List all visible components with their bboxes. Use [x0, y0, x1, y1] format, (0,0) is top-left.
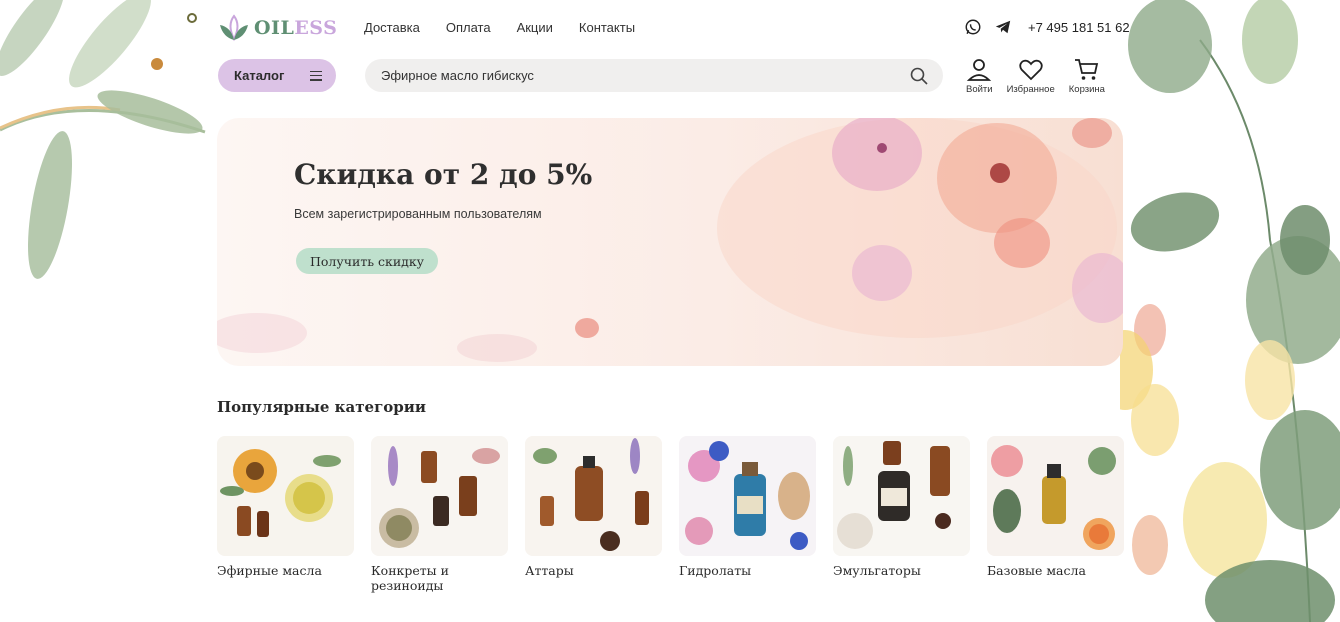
category-image [371, 436, 508, 556]
leaf-decoration-right [1120, 0, 1340, 622]
promo-subtitle: Всем зарегистрированным пользователям [294, 207, 542, 221]
cart-label: Корзина [1068, 84, 1105, 95]
telegram-icon[interactable] [994, 18, 1012, 36]
category-label: Базовые масла [987, 563, 1086, 579]
category-card-concretes[interactable]: Конкреты и резиноиды [371, 436, 508, 595]
search-icon[interactable] [909, 66, 929, 86]
category-label: Аттары [525, 563, 585, 579]
category-card-attars[interactable]: Аттары [525, 436, 662, 595]
nav-delivery[interactable]: Доставка [364, 20, 420, 35]
category-card-hydrolats[interactable]: Гидролаты [679, 436, 816, 595]
user-actions: Войти Избранное Корзина [966, 58, 1105, 95]
category-image [679, 436, 816, 556]
login-label: Войти [966, 84, 993, 95]
site-logo[interactable]: OILESS [217, 13, 337, 43]
promo-title: Скидка от 2 до 5% [294, 158, 593, 191]
catalog-label: Каталог [234, 68, 285, 83]
category-card-base-oils[interactable]: Базовые масла [987, 436, 1124, 595]
category-label: Конкреты и резиноиды [371, 563, 508, 594]
nav-promotions[interactable]: Акции [517, 20, 553, 35]
popular-categories-title: Популярные категории [217, 398, 427, 416]
nav-contacts[interactable]: Контакты [579, 20, 635, 35]
logo-text: OILESS [254, 17, 338, 39]
top-navigation: Доставка Оплата Акции Контакты [364, 20, 635, 35]
favorites-label: Избранное [1006, 84, 1055, 95]
user-icon [967, 59, 992, 81]
whatsapp-icon[interactable] [964, 18, 982, 36]
catalog-button[interactable]: Каталог [218, 59, 336, 92]
category-card-essential-oils[interactable]: Эфирные масла [217, 436, 354, 595]
menu-icon [310, 70, 322, 81]
category-label: Эмульгаторы [833, 563, 921, 579]
search-bar [365, 59, 943, 92]
heart-icon [1019, 59, 1043, 81]
category-image [987, 436, 1124, 556]
cart-icon [1074, 59, 1098, 80]
phone-number[interactable]: +7 495 181 51 62 [1028, 20, 1130, 35]
category-label: Гидролаты [679, 563, 752, 579]
lotus-logo-icon [220, 14, 248, 42]
decorative-dot [151, 58, 163, 70]
cart-button[interactable]: Корзина [1069, 58, 1105, 95]
decorative-dot-ring [187, 13, 197, 23]
leaf-decoration-left [0, 0, 206, 279]
search-input[interactable] [381, 68, 909, 83]
favorites-button[interactable]: Избранное [1007, 58, 1055, 95]
category-image [525, 436, 662, 556]
category-label: Эфирные масла [217, 563, 322, 579]
category-image [833, 436, 970, 556]
watercolor-flowers-image [217, 118, 1123, 362]
category-card-emulsifiers[interactable]: Эмульгаторы [833, 436, 970, 595]
get-discount-button[interactable]: Получить скидку [296, 248, 439, 274]
login-button[interactable]: Войти [966, 58, 993, 95]
contacts-bar: +7 495 181 51 62 [964, 18, 1130, 36]
nav-payment[interactable]: Оплата [446, 20, 491, 35]
promo-banner: Скидка от 2 до 5% Всем зарегистрированны… [217, 118, 1123, 366]
category-image [217, 436, 354, 556]
category-list: Эфирные масла Конкреты и резиноиды Аттар… [217, 436, 1124, 595]
